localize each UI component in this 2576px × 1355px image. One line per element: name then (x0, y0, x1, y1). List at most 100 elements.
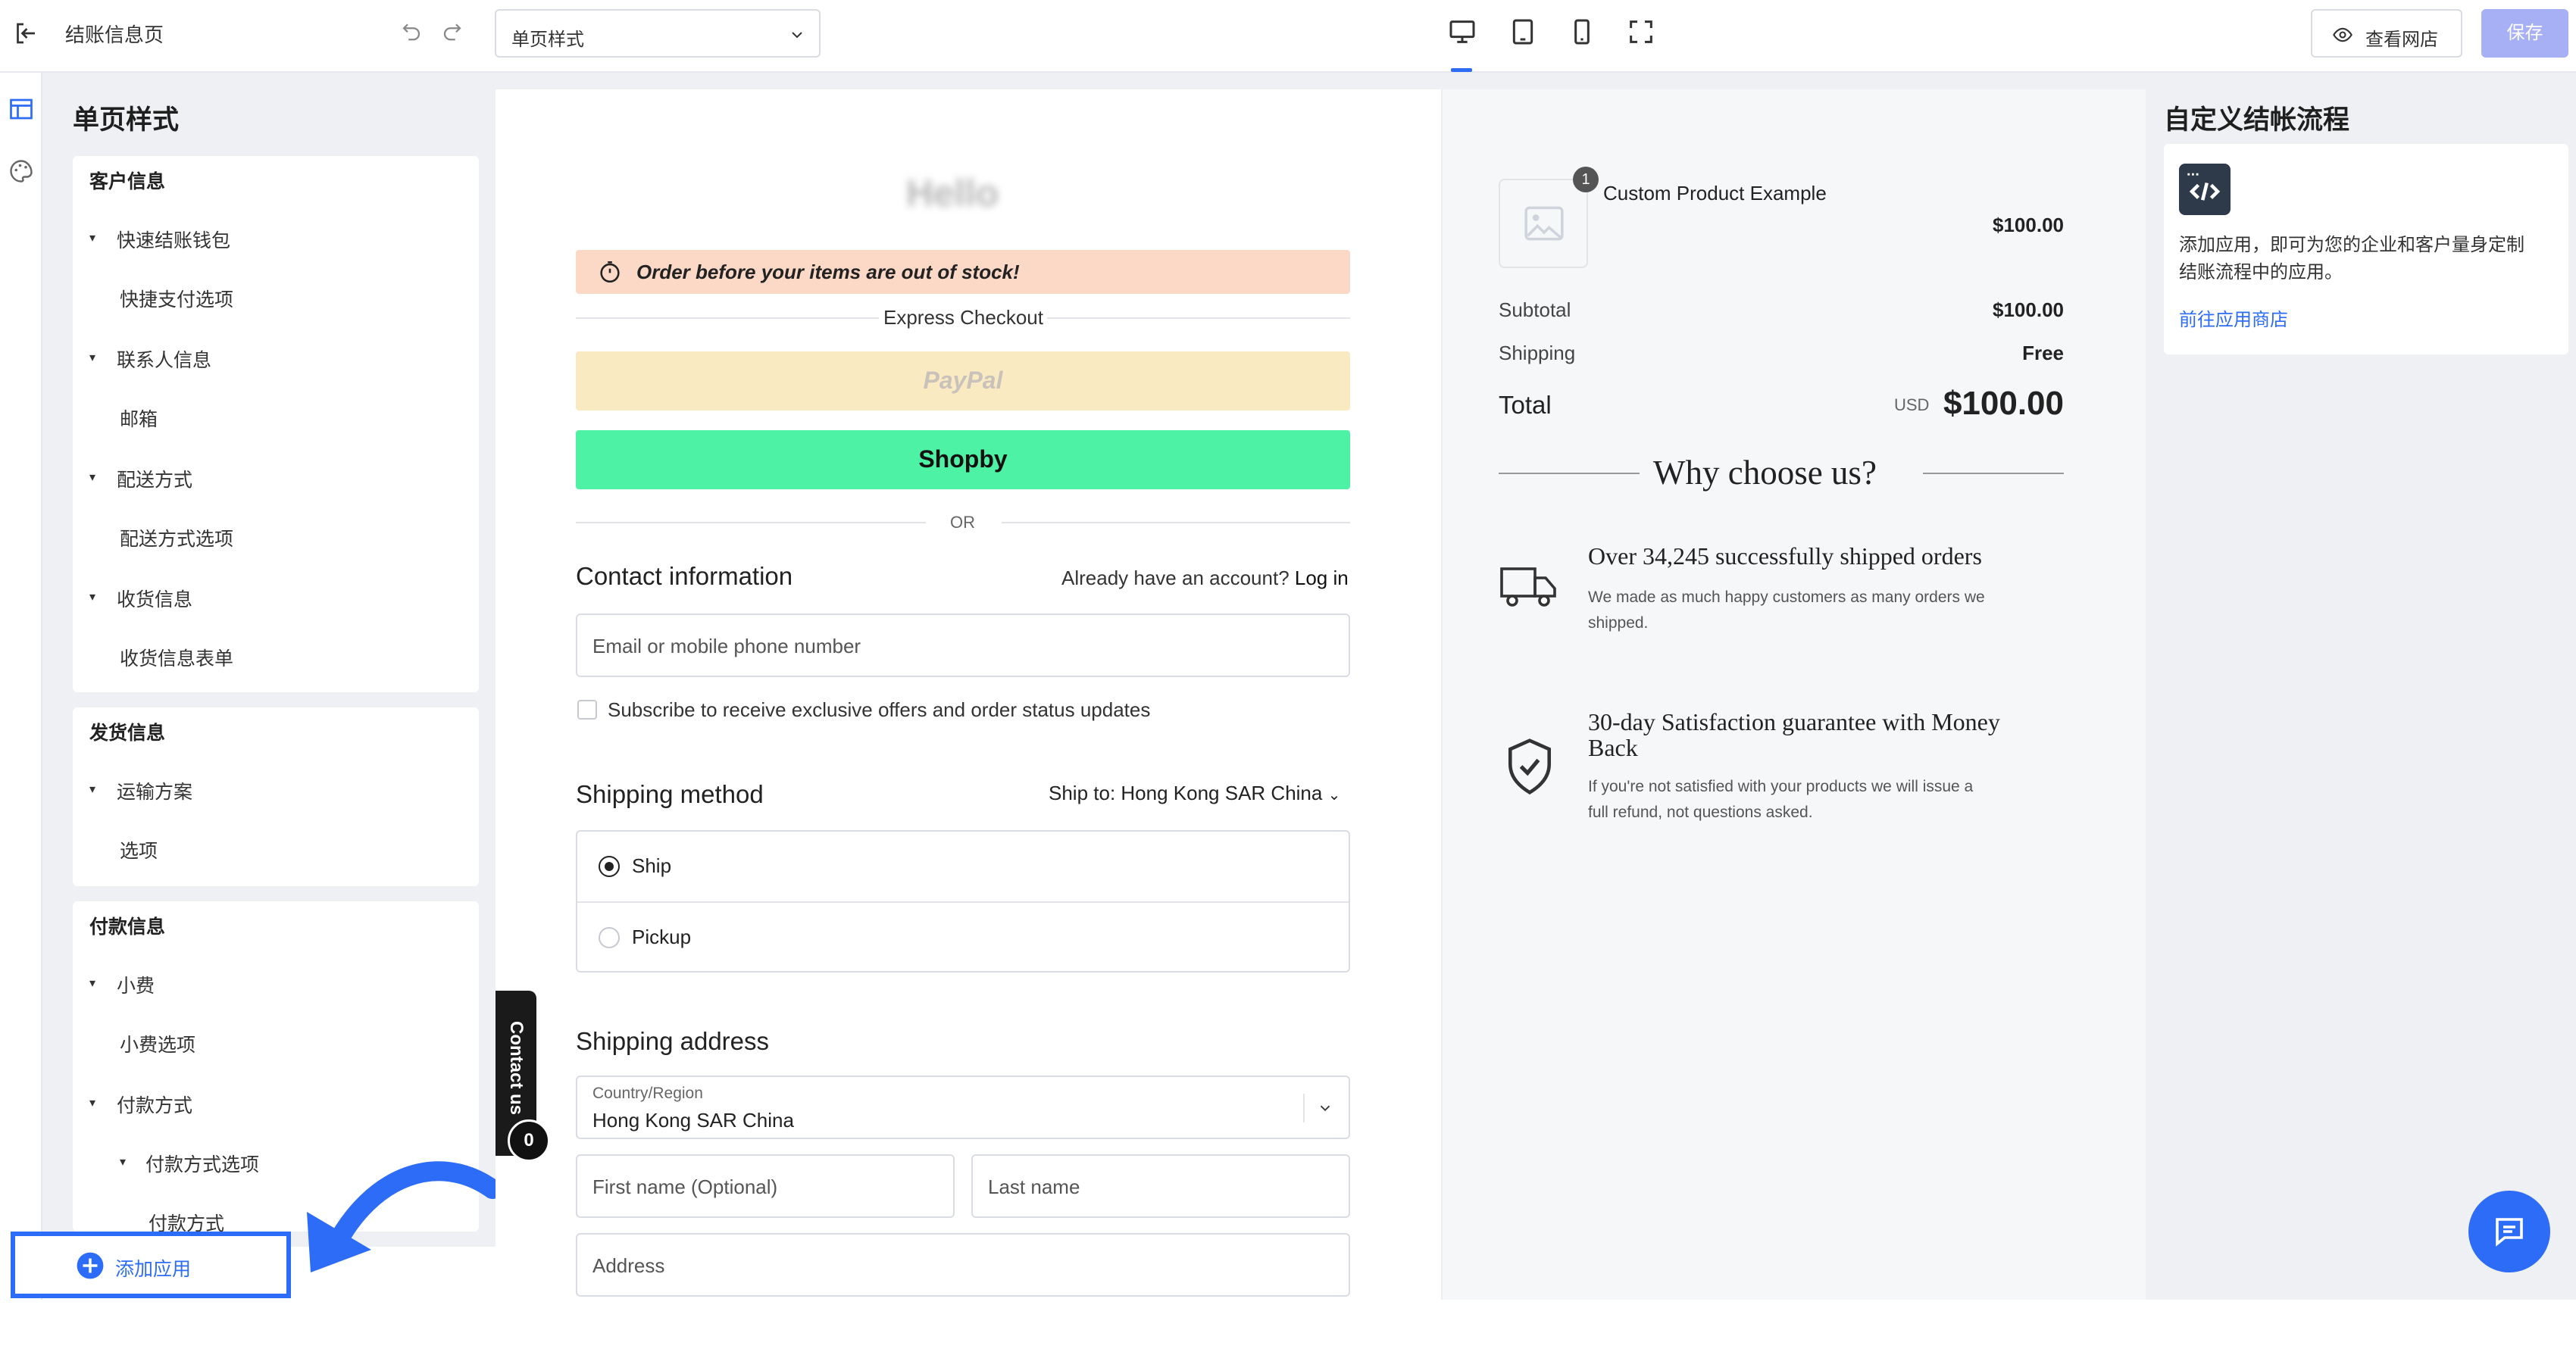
option-pickup[interactable]: Pickup (577, 903, 1349, 973)
subscribe-checkbox[interactable] (577, 700, 597, 720)
view-store-label: 查看网店 (2365, 30, 2438, 50)
save-button[interactable]: 保存 (2481, 9, 2568, 58)
address-placeholder: Address (592, 1254, 665, 1277)
paypal-button[interactable]: PayPal (576, 351, 1350, 411)
plus-circle-icon (76, 1251, 105, 1280)
subtotal-value: $100.00 (1993, 298, 2064, 321)
paypal-label: PayPal (923, 367, 1003, 394)
fullscreen-icon[interactable] (1626, 17, 1656, 47)
divider (576, 522, 926, 523)
shipping-method-title: Shipping method (576, 780, 764, 808)
sidebar-item-payment-options[interactable]: 付款方式选项 (145, 1150, 259, 1177)
caret-down-icon[interactable]: ▾ (89, 1095, 95, 1110)
subscribe-label: Subscribe to receive exclusive offers an… (608, 698, 1151, 721)
caret-down-icon[interactable]: ▾ (89, 976, 95, 991)
caret-down-icon[interactable]: ▾ (89, 782, 95, 797)
product-name: Custom Product Example (1603, 182, 1827, 204)
email-field[interactable]: Email or mobile phone number (576, 613, 1350, 677)
panel-description: 添加应用，即可为您的企业和客户量身定制 结账流程中的应用。 (2179, 232, 2524, 286)
address-field[interactable]: Address (576, 1233, 1350, 1297)
section-title: 付款信息 (89, 916, 166, 938)
code-icon (2179, 164, 2231, 215)
last-name-field[interactable]: Last name (971, 1154, 1350, 1218)
sidebar-item-options[interactable]: 选项 (120, 836, 158, 863)
country-label: Country/Region (592, 1085, 703, 1102)
benefit-desc: We made as much happy customers as many … (1588, 585, 1985, 636)
app-store-link[interactable]: 前往应用商店 (2179, 304, 2288, 331)
radio-unselected (599, 927, 620, 948)
layout-icon[interactable] (8, 95, 35, 123)
first-name-field[interactable]: First name (Optional) (576, 1154, 955, 1218)
view-store-button[interactable]: 查看网店 (2311, 9, 2462, 58)
shopby-button[interactable]: Shopby (576, 430, 1350, 489)
benefit-desc-line: shipped. (1588, 614, 1649, 632)
eye-icon (2332, 24, 2353, 45)
option-label: Pickup (632, 926, 692, 948)
template-select-value: 单页样式 (511, 30, 584, 50)
sidebar-item-transport[interactable]: 运输方案 (117, 777, 192, 804)
caret-down-icon[interactable]: ▾ (120, 1154, 126, 1169)
tablet-icon[interactable] (1508, 17, 1538, 47)
benefit-title: 30-day Satisfaction guarantee with Money… (1588, 709, 2000, 760)
benefit-title-line: Back (1588, 734, 1638, 761)
country-select[interactable]: Country/Region Hong Kong SAR China (576, 1076, 1350, 1139)
caret-down-icon[interactable]: ▾ (89, 350, 95, 365)
contact-badge: 0 (508, 1119, 550, 1162)
benefit-desc-line: If you're not satisfied with your produc… (1588, 778, 1974, 795)
divider (1002, 522, 1350, 523)
shield-check-icon (1503, 736, 1556, 797)
sidebar-item-payment-method[interactable]: 付款方式 (117, 1091, 192, 1118)
sidebar-item-receiving-form[interactable]: 收货信息表单 (120, 644, 233, 671)
total-label: Total (1499, 391, 1552, 419)
divider (576, 317, 879, 319)
already-account-label: Already have an account? (1061, 567, 1290, 589)
add-app-label: 添加应用 (115, 1259, 192, 1280)
shipping-address-title: Shipping address (576, 1027, 770, 1055)
quantity-badge: 1 (1573, 167, 1599, 192)
sidebar-item-payment-method-sub[interactable]: 付款方式 (148, 1209, 224, 1232)
product-price: $100.00 (1993, 214, 2064, 236)
divider (1923, 473, 2064, 474)
add-app-button[interactable]: 添加应用 (11, 1232, 291, 1298)
sidebar-item-tip-options[interactable]: 小费选项 (120, 1030, 195, 1057)
caret-down-icon[interactable]: ▾ (89, 230, 95, 245)
exit-icon[interactable] (12, 20, 39, 47)
chat-button[interactable] (2468, 1191, 2550, 1272)
truck-icon (1499, 559, 1559, 612)
chat-icon (2491, 1213, 2528, 1250)
express-checkout-label: Express Checkout (883, 306, 1043, 329)
divider (1499, 473, 1640, 474)
customer-info-card: 客户信息 ▾ 快速结账钱包 快捷支付选项 ▾ 联系人信息 邮箱 ▾ 配送方式 配… (73, 156, 479, 692)
already-account-text: Already have an account? Log in (1061, 567, 1349, 590)
image-placeholder-icon (1524, 206, 1564, 241)
option-ship[interactable]: Ship (577, 832, 1349, 901)
redo-icon[interactable] (441, 20, 464, 42)
desktop-icon[interactable] (1447, 17, 1477, 47)
mobile-icon[interactable] (1567, 17, 1597, 47)
chevron-down-icon (1317, 1100, 1333, 1116)
sidebar-item-delivery[interactable]: 配送方式 (117, 465, 192, 492)
sidebar-item-express-options[interactable]: 快捷支付选项 (120, 285, 233, 312)
last-name-placeholder: Last name (988, 1175, 1080, 1198)
sidebar-item-receiving[interactable]: 收货信息 (117, 585, 192, 612)
undo-icon[interactable] (400, 20, 423, 42)
login-link[interactable]: Log in (1295, 567, 1349, 589)
caret-down-icon[interactable]: ▾ (89, 470, 95, 485)
banner-text: Order before your items are out of stock… (636, 261, 1020, 283)
contact-us-label: Contact us (506, 1020, 527, 1115)
sidebar-item-email[interactable]: 邮箱 (120, 404, 158, 432)
benefit-title-line: 30-day Satisfaction guarantee with Money (1588, 708, 2000, 735)
product-thumbnail (1499, 179, 1588, 268)
ship-to-selector[interactable]: Ship to: Hong Kong SAR China ⌄ (1049, 782, 1340, 805)
email-placeholder: Email or mobile phone number (592, 635, 861, 657)
sidebar-item-delivery-options[interactable]: 配送方式选项 (120, 524, 233, 551)
template-select[interactable]: 单页样式 (495, 9, 821, 58)
store-logo: Hello (906, 172, 999, 214)
sidebar-heading: 单页样式 (73, 105, 180, 135)
sidebar-item-express-wallet[interactable]: 快速结账钱包 (117, 226, 230, 253)
sidebar-item-tips[interactable]: 小费 (117, 971, 155, 998)
caret-down-icon[interactable]: ▾ (89, 589, 95, 604)
divider (1303, 1094, 1305, 1122)
palette-icon[interactable] (8, 158, 35, 185)
sidebar-item-contact[interactable]: 联系人信息 (117, 345, 211, 373)
